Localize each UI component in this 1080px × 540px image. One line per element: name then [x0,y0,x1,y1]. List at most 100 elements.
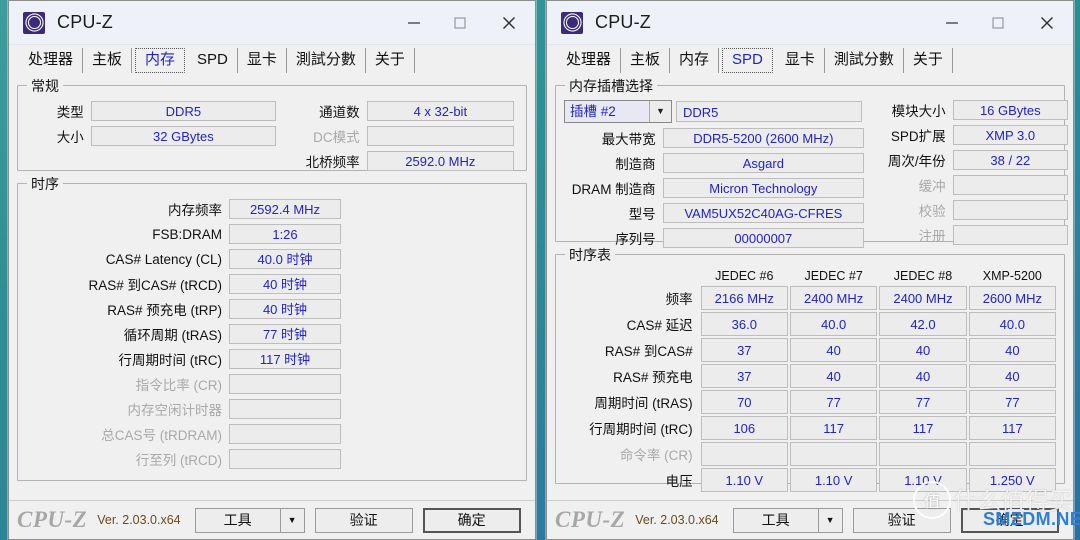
ok-button[interactable]: 确定 [422,507,521,533]
timing-table-row-label: 周期时间 (tRAS) [594,396,693,411]
timing-table-cell [789,442,878,466]
spd-field-label: 注册 [918,229,946,244]
spd-field-label: 缓冲 [918,179,946,194]
titlebar-spd: CPU-Z [547,1,1073,45]
timing-row-value: 77 时钟 [229,324,341,344]
spd-field-label: 最大带宽 [601,132,656,147]
memory-client-area: 常规 类型 DDR5 大小 32 GBytes 通道数 4 x 32-bit D… [9,73,535,500]
tab-spd[interactable]: SPD [188,48,238,73]
timing-table-row-label: 命令率 (CR) [619,448,693,463]
spd-field-value: Micron Technology [662,178,864,198]
timing-row-label: 内存频率 [168,203,222,218]
close-icon[interactable] [1021,1,1073,44]
cpuz-app-icon [23,11,45,34]
timing-table-row: 行周期时间 (tRC) 106 117 117 117 [562,416,1056,440]
timing-table-cell: 117 [968,416,1056,440]
spd-field-label: 模块大小 [891,104,946,119]
spd-field-value: 16 GBytes [952,100,1068,120]
tab-memory[interactable]: 内存 [670,48,720,73]
timing-table-cell [968,442,1056,466]
tab-processor[interactable]: 处理器 [557,48,622,73]
tab-bench[interactable]: 測試分數 [825,48,904,73]
timing-table-cell: 1.10 V [879,468,967,492]
tab-about[interactable]: 关于 [904,48,953,73]
timing-table-cell: 77 [789,390,878,414]
spd-field-row: 周次/年份 38 / 22 [872,149,1068,171]
timing-table-cell: 42.0 [879,312,967,336]
timing-row: 行至列 (tRCD) [26,448,516,470]
timing-table-cell: 77 [968,390,1056,414]
timing-table-cell: 40 [879,364,967,388]
timing-row-value: 40 时钟 [229,299,341,319]
ok-button[interactable]: 确定 [960,507,1059,533]
tab-memory[interactable]: 内存 [135,48,186,73]
slot-select[interactable]: 插槽 #2 ▼ [564,99,672,123]
timing-row-value [229,374,341,394]
timing-table-cell: 40 [968,364,1056,388]
tab-processor[interactable]: 处理器 [19,48,84,73]
label-memory-size: 大小 [56,130,84,145]
spd-field-value: 00000007 [662,228,864,248]
timing-row-value: 40 时钟 [229,274,341,294]
timing-table-body: 频率 2166 MHz 2400 MHz 2400 MHz 2600 MHz CAS# 延… [562,286,1056,492]
timing-table-cell: 1.10 V [700,468,788,492]
timing-row-label: 循环周期 (tRAS) [123,328,222,343]
tools-dropdown-arrow-icon[interactable]: ▼ [818,507,843,533]
timing-row-value [229,424,341,444]
timing-table-row: RAS# 到CAS# 37 40 40 40 [562,338,1056,362]
group-timings: 时序 内存频率 2592.4 MHz FSB:DRAM 1:26 CAS# Latenc… [17,174,527,481]
timing-row-value [229,399,341,419]
footer-memory: CPU-Z Ver. 2.03.0.x64 工具 ▼ 验证 确定 [9,500,535,539]
tab-spd[interactable]: SPD [722,48,773,73]
tab-mainboard[interactable]: 主板 [83,48,133,73]
timing-table-row-label: 行周期时间 (tRC) [589,422,693,437]
value-dc-mode [366,126,514,146]
timing-table-row-label: CAS# 延迟 [626,318,693,333]
tab-bench[interactable]: 測試分數 [287,48,366,73]
spd-right-rows-container: 模块大小 16 GBytes SPD扩展 XMP 3.0 周次/年份 38 / 22 缓冲校… [872,99,1068,246]
tools-dropdown-arrow-icon[interactable]: ▼ [280,507,305,533]
value-memory-size: 32 GBytes [90,126,276,146]
timing-table-cell: 77 [879,390,967,414]
spd-field-row: 制造商 Asgard [564,152,864,174]
slot-right-column: 模块大小 16 GBytes SPD扩展 XMP 3.0 周次/年份 38 / 22 缓冲校… [872,99,1068,252]
label-channels: 通道数 [319,105,360,120]
validate-button[interactable]: 验证 [314,507,413,533]
timing-table-row-label: 电压 [665,474,693,489]
spd-field-label: 型号 [628,207,656,222]
spd-field-value: DDR5-5200 (2600 MHz) [662,128,864,148]
timing-row: CAS# Latency (CL) 40.0 时钟 [26,248,516,270]
timing-table-header-row: JEDEC #6 JEDEC #7 JEDEC #8 XMP-5200 [562,269,1056,284]
timing-table-cell: 40 [879,338,967,362]
timing-row: FSB:DRAM 1:26 [26,223,516,245]
timing-table-cell: 37 [700,338,788,362]
tab-graphics[interactable]: 显卡 [238,48,287,73]
minimize-icon[interactable] [929,1,975,44]
timing-table-row: 周期时间 (tRAS) 70 77 77 77 [562,390,1056,414]
group-timing-table-label: 时序表 [565,245,615,265]
spd-left-rows-container: 最大带宽 DDR5-5200 (2600 MHz) 制造商 Asgard DRAM 制造… [564,127,864,249]
window-title: CPU-Z [595,12,651,32]
minimize-icon[interactable] [391,1,437,44]
maximize-icon[interactable] [975,1,1021,44]
tools-button[interactable]: 工具 [194,507,281,533]
timing-table-row-label: 频率 [665,292,693,307]
tab-about[interactable]: 关于 [366,48,415,73]
spd-field-row: 模块大小 16 GBytes [872,99,1068,121]
spd-field-label: 校验 [918,204,946,219]
maximize-icon[interactable] [437,1,483,44]
timing-row: 内存空闲计时器 [26,398,516,420]
tools-button[interactable]: 工具 [732,507,819,533]
spd-field-label: DRAM 制造商 [571,182,656,197]
spd-field-label: 制造商 [615,157,656,172]
tab-graphics[interactable]: 显卡 [776,48,825,73]
close-icon[interactable] [483,1,535,44]
timing-table-row: 命令率 (CR) [562,442,1056,466]
timing-row-value: 40.0 时钟 [229,249,341,269]
tab-mainboard[interactable]: 主板 [621,48,671,73]
timing-table-row: 频率 2166 MHz 2400 MHz 2400 MHz 2600 MHz [562,286,1056,310]
cpuz-spd-window: CPU-Z 处理器 主板 内存 SPD 显卡 測試分數 关于 内存插槽选择 插槽… [546,0,1080,540]
timing-row: RAS# 到CAS# (tRCD) 40 时钟 [26,273,516,295]
validate-button[interactable]: 验证 [852,507,951,533]
spd-field-row: 缓冲 [872,174,1068,196]
